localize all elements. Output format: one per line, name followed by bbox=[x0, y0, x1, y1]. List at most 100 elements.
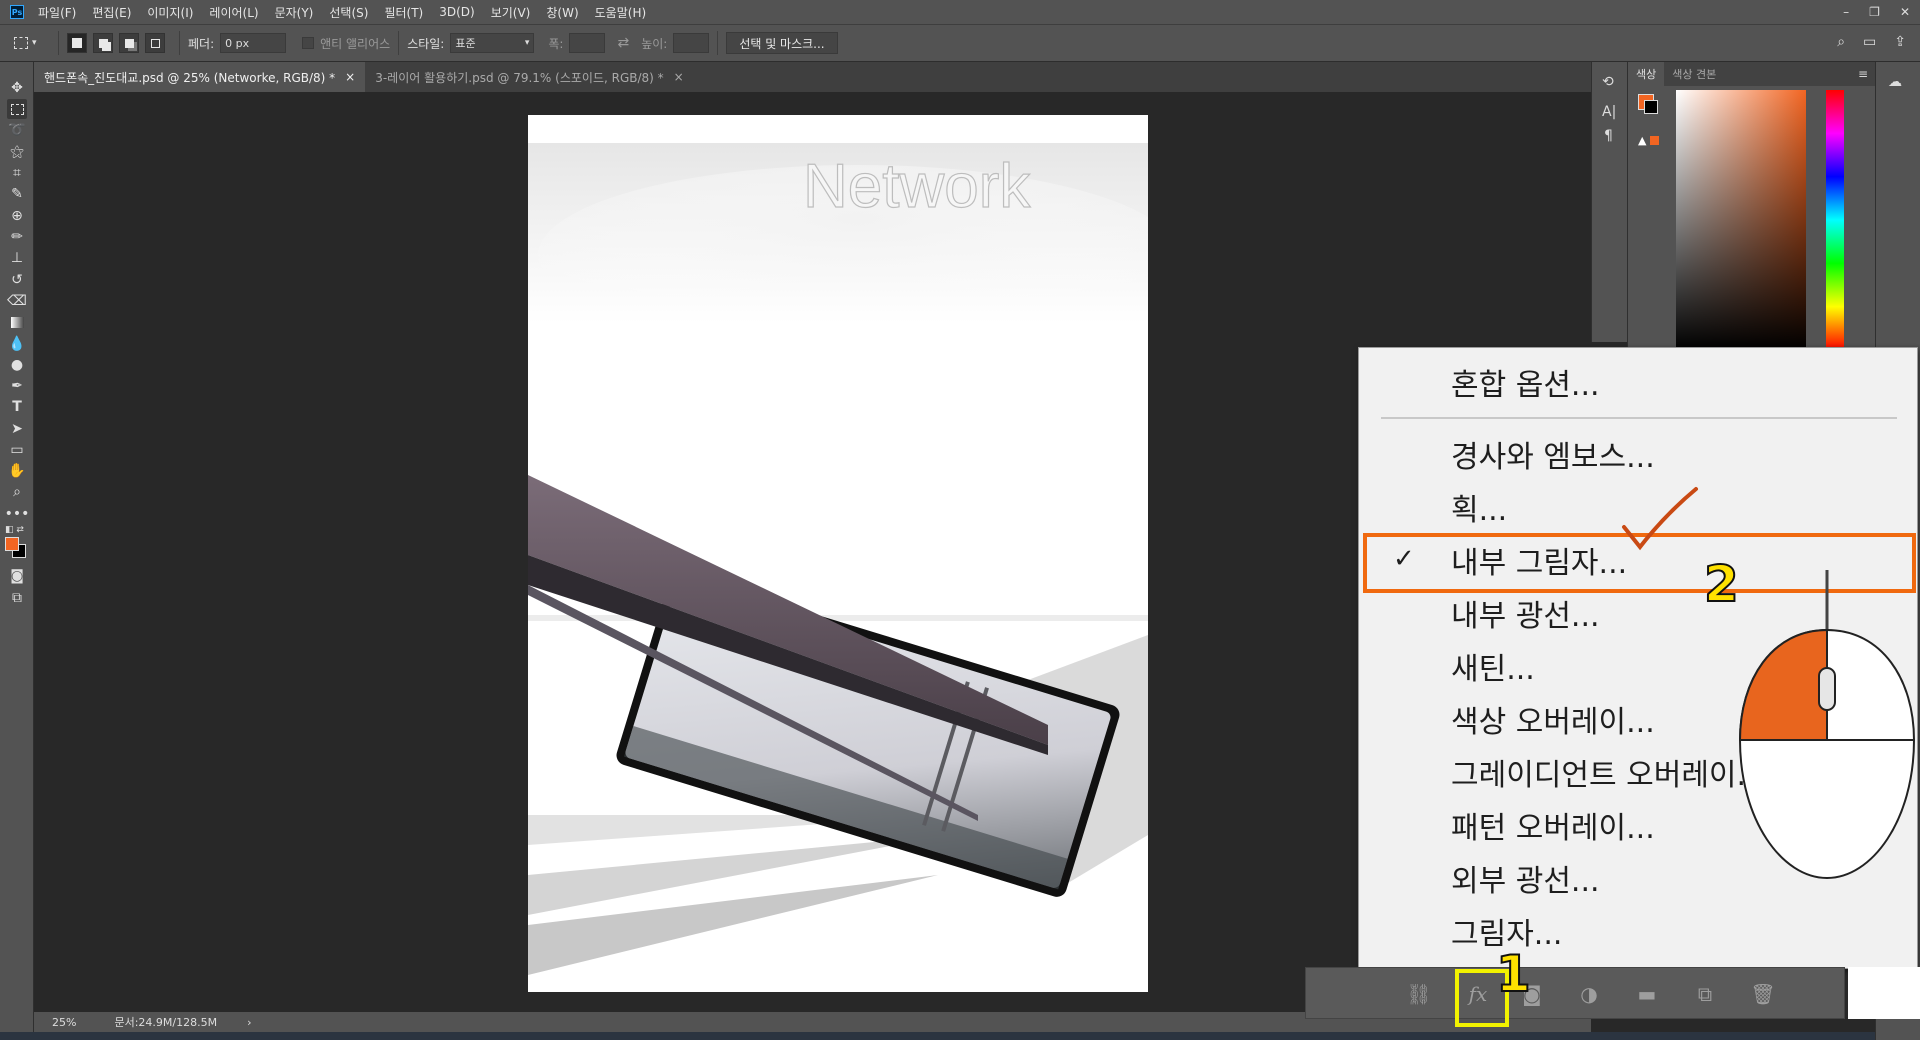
tools-panel: ✥ ➰ ⚝ ⌗ ✎ ⊕ ✏ ⊥ ↺ ⌫ 💧 ● ✒ T ➤ ▭ ✋ ⌕ ••• … bbox=[0, 62, 34, 1040]
options-right-icons: ⌕ ▭ ⇪ bbox=[1837, 34, 1906, 50]
hand-tool-icon[interactable]: ✋ bbox=[7, 461, 27, 481]
crop-tool-icon[interactable]: ⌗ bbox=[7, 163, 27, 183]
history-brush-tool-icon[interactable]: ↺ bbox=[7, 270, 27, 290]
type-tool-icon[interactable]: T bbox=[7, 397, 27, 417]
feather-label: 페더: bbox=[188, 36, 215, 51]
pen-tool-icon[interactable]: ✒ bbox=[7, 376, 27, 396]
white-block bbox=[1848, 967, 1920, 1019]
zoom-tool-icon[interactable]: ⌕ bbox=[7, 482, 27, 502]
menu-item-stroke[interactable]: 획... bbox=[1451, 485, 1507, 529]
share-icon[interactable]: ⇪ bbox=[1894, 34, 1906, 50]
marquee-preset-picker[interactable]: ▾ bbox=[14, 33, 50, 53]
workspace-icon[interactable]: ▭ bbox=[1863, 34, 1876, 50]
adjustment-icon[interactable]: ◑ bbox=[1576, 981, 1602, 1007]
restore-button[interactable]: ❐ bbox=[1869, 5, 1880, 19]
menu-item-gradient-overlay[interactable]: 그레이디언트 오버레이... bbox=[1451, 750, 1751, 794]
lasso-tool-icon[interactable]: ➰ bbox=[7, 120, 27, 140]
new-layer-icon[interactable]: ⧉ bbox=[1692, 981, 1718, 1007]
options-bar: ▾ 페더: 0 px 앤티 앨리어스 스타일: 표준 ▾ 폭: ⇄ 높이: 선택… bbox=[0, 24, 1920, 62]
folder-icon[interactable]: ▬ bbox=[1634, 981, 1660, 1007]
libraries-icon[interactable]: ☁ bbox=[1888, 74, 1902, 90]
style-label: 스타일: bbox=[407, 36, 445, 51]
quick-mask-icon[interactable]: ◙ bbox=[7, 566, 27, 586]
healing-brush-tool-icon[interactable]: ⊕ bbox=[7, 206, 27, 226]
width-input[interactable] bbox=[569, 33, 606, 53]
path-selection-tool-icon[interactable]: ➤ bbox=[7, 419, 27, 439]
clone-stamp-tool-icon[interactable]: ⊥ bbox=[7, 248, 27, 268]
menu-item-bevel-emboss[interactable]: 경사와 엠보스... bbox=[1451, 432, 1655, 476]
tab-color[interactable]: 색상 bbox=[1628, 62, 1665, 86]
paragraph-panel-icon[interactable]: ¶ bbox=[1604, 128, 1613, 144]
subtract-selection-button[interactable] bbox=[119, 33, 139, 53]
gamut-swatch bbox=[1650, 136, 1659, 145]
character-panel-icon[interactable]: A| bbox=[1602, 104, 1616, 120]
menu-item-satin[interactable]: 새틴... bbox=[1451, 644, 1535, 688]
intersect-selection-button[interactable] bbox=[145, 33, 165, 53]
search-icon[interactable]: ⌕ bbox=[1837, 34, 1845, 50]
foreground-color-swatch[interactable] bbox=[5, 537, 19, 551]
trash-icon[interactable]: 🗑 bbox=[1750, 981, 1776, 1007]
zoom-level[interactable]: 25% bbox=[52, 1016, 76, 1029]
menu-item-outer-glow[interactable]: 외부 광선... bbox=[1451, 856, 1600, 900]
minimize-button[interactable]: – bbox=[1843, 5, 1849, 19]
menu-item-inner-glow[interactable]: 내부 광선... bbox=[1451, 591, 1600, 635]
more-tools-icon[interactable]: ••• bbox=[5, 504, 30, 524]
menu-filter[interactable]: 필터(T) bbox=[384, 4, 423, 21]
antialias-checkbox[interactable] bbox=[302, 37, 315, 49]
feather-input[interactable]: 0 px bbox=[220, 33, 287, 53]
hue-slider[interactable] bbox=[1826, 90, 1844, 350]
color-field[interactable] bbox=[1676, 90, 1806, 350]
menu-3d[interactable]: 3D(D) bbox=[439, 5, 474, 19]
default-colors-icon[interactable]: ◧ ⇄ bbox=[5, 525, 24, 535]
menu-item-pattern-overlay[interactable]: 패턴 오버레이... bbox=[1451, 803, 1655, 847]
magic-wand-tool-icon[interactable]: ⚝ bbox=[7, 142, 27, 162]
menu-help[interactable]: 도움말(H) bbox=[595, 4, 647, 21]
divider bbox=[398, 31, 400, 55]
color-bg-swatch[interactable] bbox=[1644, 100, 1658, 114]
menu-image[interactable]: 이미지(I) bbox=[147, 4, 193, 21]
menu-view[interactable]: 보기(V) bbox=[491, 4, 531, 21]
menu-layer[interactable]: 레이어(L) bbox=[209, 4, 258, 21]
select-and-mask-button[interactable]: 선택 및 마스크... bbox=[726, 32, 838, 54]
tab-swatches[interactable]: 색상 견본 bbox=[1664, 66, 1724, 82]
menu-item-blending-options[interactable]: 혼합 옵션... bbox=[1451, 360, 1600, 404]
history-panel-icon[interactable]: ⟲ bbox=[1602, 74, 1614, 90]
move-tool-icon[interactable]: ✥ bbox=[7, 78, 27, 98]
rectangle-tool-icon[interactable]: ▭ bbox=[7, 440, 27, 460]
menu-edit[interactable]: 편집(E) bbox=[92, 4, 131, 21]
link-icon[interactable]: ⛓ bbox=[1406, 981, 1432, 1007]
screen-mode-icon[interactable]: ⧉ bbox=[7, 588, 27, 608]
panel-menu-icon[interactable]: ≡ bbox=[1858, 67, 1868, 81]
swap-icon[interactable]: ⇄ bbox=[617, 35, 629, 51]
dodge-tool-icon[interactable]: ● bbox=[7, 355, 27, 375]
artboard[interactable]: Network bbox=[528, 115, 1148, 992]
tab-document-2[interactable]: 3-레이어 활용하기.psd @ 79.1% (스포이드, RGB/8) * × bbox=[365, 62, 694, 92]
eyedropper-tool-icon[interactable]: ✎ bbox=[7, 184, 27, 204]
taskbar-strip bbox=[0, 1032, 1920, 1040]
marquee-icon bbox=[14, 37, 28, 49]
eraser-tool-icon[interactable]: ⌫ bbox=[7, 291, 27, 311]
close-button[interactable]: ✕ bbox=[1900, 5, 1910, 19]
new-selection-icon bbox=[72, 38, 82, 48]
brush-tool-icon[interactable]: ✏ bbox=[7, 227, 27, 247]
width-label: 폭: bbox=[548, 36, 564, 51]
color-panel-tabs: 색상 색상 견본 ≡ bbox=[1628, 62, 1876, 86]
status-arrow-icon[interactable]: › bbox=[247, 1016, 251, 1029]
canvas-area[interactable]: Network bbox=[34, 92, 1574, 1012]
blur-tool-icon[interactable]: 💧 bbox=[7, 334, 27, 354]
gradient-tool-icon[interactable] bbox=[7, 312, 27, 332]
new-selection-button[interactable] bbox=[67, 33, 87, 53]
menu-select[interactable]: 선택(S) bbox=[329, 4, 368, 21]
menu-item-color-overlay[interactable]: 색상 오버레이... bbox=[1451, 697, 1655, 741]
close-icon[interactable]: × bbox=[345, 70, 355, 84]
menu-window[interactable]: 창(W) bbox=[546, 4, 578, 21]
marquee-tool-icon[interactable] bbox=[7, 99, 27, 119]
height-input[interactable] bbox=[673, 33, 710, 53]
add-selection-button[interactable] bbox=[93, 33, 113, 53]
style-select[interactable]: 표준 ▾ bbox=[450, 33, 535, 53]
menu-type[interactable]: 문자(Y) bbox=[275, 4, 314, 21]
tab-document-1[interactable]: 핸드폰속_진도대교.psd @ 25% (Networke, RGB/8) * … bbox=[34, 62, 366, 92]
close-icon[interactable]: × bbox=[674, 70, 684, 84]
menu-file[interactable]: 파일(F) bbox=[38, 4, 76, 21]
panel-icon-column: ⟲ A| ¶ bbox=[1591, 62, 1627, 342]
